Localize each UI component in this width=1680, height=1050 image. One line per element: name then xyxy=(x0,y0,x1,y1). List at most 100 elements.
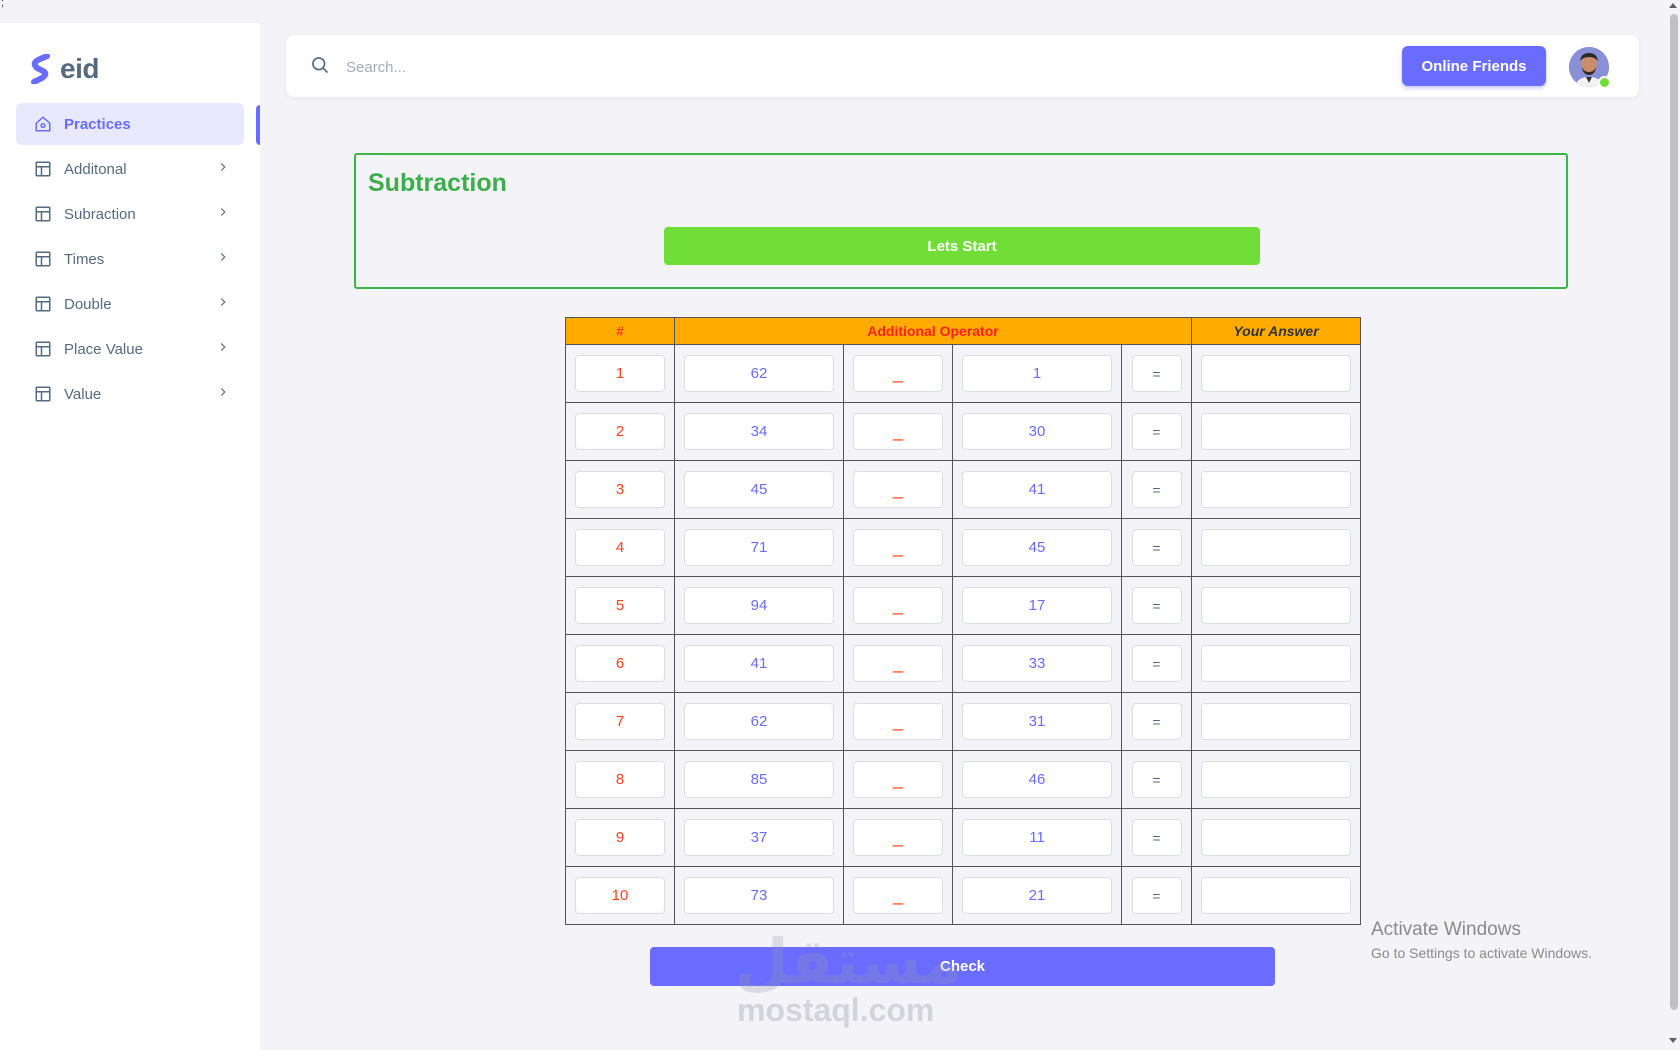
subtrahend-value-cell: 33 xyxy=(952,634,1122,693)
subtrahend-value-cell: 46 xyxy=(952,750,1122,809)
brand-logo[interactable]: eid xyxy=(30,53,99,85)
sidebar-item-label: Subraction xyxy=(64,205,136,223)
operator-symbol: _ xyxy=(853,877,943,914)
minuend-value-cell: 71 xyxy=(674,518,844,577)
minuend-value-cell: 45 xyxy=(674,460,844,519)
answer-input[interactable] xyxy=(1201,529,1351,566)
answer-input[interactable] xyxy=(1201,877,1351,914)
minuend-value: 73 xyxy=(684,877,834,914)
answer-input[interactable] xyxy=(1201,587,1351,624)
minuend-value: 85 xyxy=(684,761,834,798)
subtrahend-value: 11 xyxy=(962,819,1112,856)
exercise-card: Subtraction Lets Start xyxy=(354,153,1568,289)
answer-input[interactable] xyxy=(1201,703,1351,740)
activation-title: Activate Windows xyxy=(1371,919,1521,940)
operator-symbol: _ xyxy=(853,355,943,392)
sidebar-item-times[interactable]: Times xyxy=(16,238,244,280)
sidebar-item-practices[interactable]: Practices xyxy=(16,103,244,145)
row-number: 8 xyxy=(575,761,665,798)
minuend-value-cell: 34 xyxy=(674,402,844,461)
table-row: 9 37 _ 11 = xyxy=(565,808,1361,867)
equals-symbol-cell: = xyxy=(1121,808,1192,867)
operator-symbol-cell: _ xyxy=(843,576,953,635)
sidebar-item-label: Additonal xyxy=(64,160,127,178)
chevron-right-icon xyxy=(220,163,226,171)
scroll-down-arrow-icon[interactable] xyxy=(1669,1038,1677,1043)
sidebar-item-place-value[interactable]: Place Value xyxy=(16,328,244,370)
equals-symbol-cell: = xyxy=(1121,750,1192,809)
row-number-cell: 7 xyxy=(565,692,675,751)
row-number: 2 xyxy=(575,413,665,450)
search-input[interactable] xyxy=(344,51,948,83)
equals-symbol-cell: = xyxy=(1121,634,1192,693)
sidebar-item-value[interactable]: Value xyxy=(16,373,244,415)
equals-symbol-cell: = xyxy=(1121,692,1192,751)
quiz-table: # Additional Operator Your Answer 1 62 _ 1 =… xyxy=(565,317,1361,925)
equals-symbol-cell: = xyxy=(1121,344,1192,403)
operator-symbol-cell: _ xyxy=(843,402,953,461)
equals-symbol-cell: = xyxy=(1121,866,1192,925)
layout-icon xyxy=(34,160,52,178)
equals-symbol: = xyxy=(1131,413,1182,450)
table-row: 6 41 _ 33 = xyxy=(565,634,1361,693)
operator-symbol-cell: _ xyxy=(843,460,953,519)
answer-cell xyxy=(1191,460,1361,519)
layout-icon xyxy=(34,205,52,223)
row-number: 5 xyxy=(575,587,665,624)
minuend-value-cell: 73 xyxy=(674,866,844,925)
equals-symbol-cell: = xyxy=(1121,460,1192,519)
layout-icon xyxy=(34,250,52,268)
lets-start-button[interactable]: Lets Start xyxy=(664,227,1260,265)
table-header-row: # Additional Operator Your Answer xyxy=(565,317,1361,345)
table-row: 4 71 _ 45 = xyxy=(565,518,1361,577)
table-row: 5 94 _ 17 = xyxy=(565,576,1361,635)
answer-input[interactable] xyxy=(1201,645,1351,682)
activation-subtitle: Go to Settings to activate Windows. xyxy=(1371,945,1592,961)
online-friends-button[interactable]: Online Friends xyxy=(1402,46,1546,86)
sidebar-item-subraction[interactable]: Subraction xyxy=(16,193,244,235)
answer-input[interactable] xyxy=(1201,471,1351,508)
answer-input[interactable] xyxy=(1201,355,1351,392)
minuend-value-cell: 62 xyxy=(674,344,844,403)
chevron-right-icon xyxy=(220,208,226,216)
chevron-right-icon xyxy=(220,253,226,261)
scrollbar[interactable] xyxy=(1666,0,1680,1050)
row-number-cell: 6 xyxy=(565,634,675,693)
subtrahend-value: 45 xyxy=(962,529,1112,566)
minuend-value-cell: 62 xyxy=(674,692,844,751)
header-answer: Your Answer xyxy=(1191,317,1361,345)
layout-icon xyxy=(34,385,52,403)
equals-symbol: = xyxy=(1131,819,1182,856)
sidebar-item-additonal[interactable]: Additonal xyxy=(16,148,244,190)
row-number-cell: 4 xyxy=(565,518,675,577)
operator-symbol-cell: _ xyxy=(843,866,953,925)
layout-icon xyxy=(34,340,52,358)
sidebar-item-label: Times xyxy=(64,250,105,268)
sidebar-item-double[interactable]: Double xyxy=(16,283,244,325)
answer-input[interactable] xyxy=(1201,413,1351,450)
subtrahend-value-cell: 31 xyxy=(952,692,1122,751)
scroll-thumb[interactable] xyxy=(1670,14,1678,1010)
minuend-value: 94 xyxy=(684,587,834,624)
chevron-right-icon xyxy=(220,298,226,306)
top-left-glyph: ; xyxy=(1,0,5,9)
answer-cell xyxy=(1191,402,1361,461)
equals-symbol: = xyxy=(1131,645,1182,682)
watermark-latin: mostaql.com xyxy=(737,992,935,1028)
subtrahend-value: 33 xyxy=(962,645,1112,682)
answer-input[interactable] xyxy=(1201,761,1351,798)
header-operator: Additional Operator xyxy=(674,317,1192,345)
answer-input[interactable] xyxy=(1201,819,1351,856)
subtrahend-value-cell: 45 xyxy=(952,518,1122,577)
search-icon[interactable] xyxy=(310,55,330,75)
minuend-value-cell: 41 xyxy=(674,634,844,693)
minuend-value: 62 xyxy=(684,355,834,392)
row-number: 1 xyxy=(575,355,665,392)
table-row: 10 73 _ 21 = xyxy=(565,866,1361,925)
row-number-cell: 10 xyxy=(565,866,675,925)
scroll-up-arrow-icon[interactable] xyxy=(1669,3,1677,8)
operator-symbol: _ xyxy=(853,819,943,856)
check-button[interactable]: Check xyxy=(650,947,1275,986)
operator-symbol: _ xyxy=(853,529,943,566)
minuend-value: 37 xyxy=(684,819,834,856)
